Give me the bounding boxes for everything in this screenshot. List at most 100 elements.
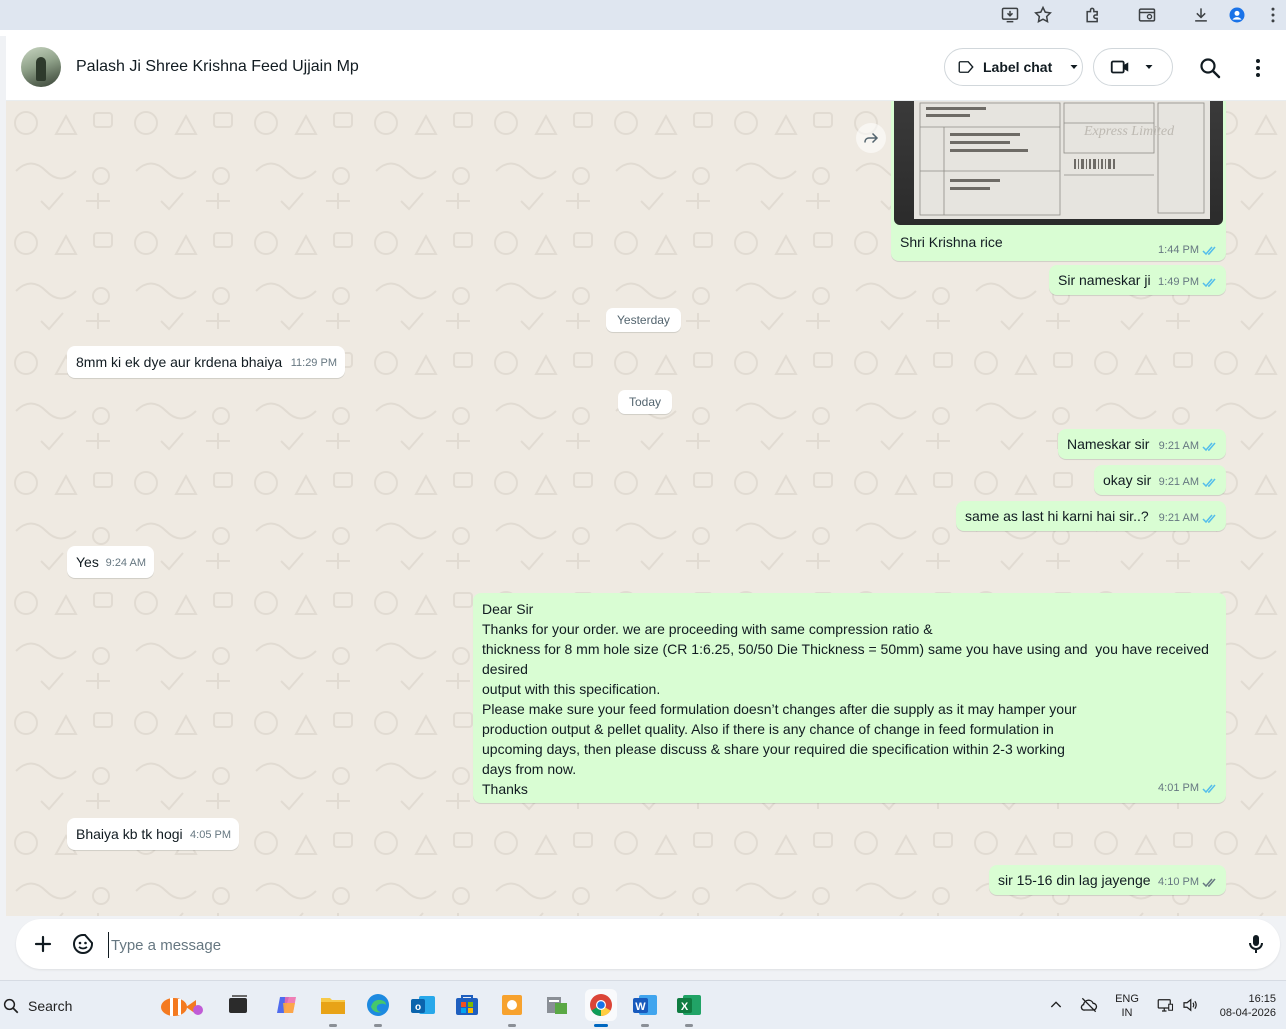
message-meta: 9:21 AM xyxy=(1159,508,1218,528)
microphone-icon[interactable] xyxy=(1244,932,1268,956)
compose-bar xyxy=(6,916,1286,980)
message-line: production output & pellet quality. Also… xyxy=(482,721,1054,737)
outlook-icon[interactable]: o xyxy=(407,989,439,1021)
contact-name[interactable]: Palash Ji Shree Krishna Feed Ujjain Mp xyxy=(76,58,359,76)
chrome-icon[interactable] xyxy=(585,989,617,1027)
message-line: days from now. xyxy=(482,761,577,777)
bookmark-star-icon[interactable] xyxy=(1032,4,1054,26)
copilot-icon[interactable] xyxy=(271,989,303,1021)
message-line: Thanks xyxy=(482,781,528,797)
message-text: Nameskar sir xyxy=(1067,436,1150,452)
message-text: Bhaiya kb tk hogi xyxy=(76,826,183,842)
chevron-down-icon xyxy=(1143,61,1155,73)
network-icon[interactable] xyxy=(1155,996,1175,1019)
message-text: 8mm ki ek dye aur krdena bhaiya xyxy=(76,354,283,370)
double-tick-read-icon xyxy=(1202,477,1218,488)
microsoft-store-icon[interactable] xyxy=(451,989,483,1021)
chat-header: Palash Ji Shree Krishna Feed Ujjain Mp L… xyxy=(6,36,1286,101)
message-meta: 9:21 AM xyxy=(1159,436,1218,456)
compose-box xyxy=(16,919,1280,969)
outgoing-message[interactable]: same as last hi karni hai sir..? 9:21 AM xyxy=(956,501,1226,531)
message-meta: 9:21 AM xyxy=(1159,472,1218,492)
message-meta: 4:10 PM xyxy=(1158,872,1218,892)
message-time: 4:05 PM xyxy=(190,829,231,841)
message-text: same as last hi karni hai sir..? xyxy=(965,508,1149,524)
downloads-icon[interactable] xyxy=(1190,4,1212,26)
cloud-offline-icon[interactable] xyxy=(1078,995,1100,1020)
double-tick-delivered-icon xyxy=(1202,877,1218,888)
message-time: 9:21 AM xyxy=(1158,512,1199,524)
chat-messages-area[interactable]: Express Limited Shri Krishna rice 1:44 P… xyxy=(6,101,1286,916)
label-chat-text: Label chat xyxy=(983,59,1053,75)
task-view-icon[interactable] xyxy=(222,989,254,1021)
outgoing-message-long[interactable]: Dear Sir Thanks for your order. we are p… xyxy=(473,593,1226,803)
chat-menu-icon[interactable] xyxy=(1246,56,1270,80)
edge-browser-icon[interactable] xyxy=(362,989,394,1027)
message-meta: 11:29 PM xyxy=(291,353,337,373)
message-text: Dear Sir Thanks for your order. we are p… xyxy=(482,599,1232,799)
incoming-message[interactable]: Yes 9:24 AM xyxy=(67,546,154,578)
clock-date: 08-04-2026 xyxy=(1219,1007,1276,1019)
message-meta: 9:24 AM xyxy=(106,553,146,573)
chevron-down-icon xyxy=(1068,61,1080,73)
message-line: Thanks for your order. we are proceeding… xyxy=(482,621,933,637)
double-tick-read-icon xyxy=(1202,513,1218,524)
video-call-button[interactable] xyxy=(1093,48,1173,86)
message-time: 9:24 AM xyxy=(105,557,146,569)
clock[interactable]: 16:15 08-04-2026 xyxy=(1210,992,1280,1020)
browser-menu-icon[interactable] xyxy=(1262,4,1284,26)
sticker-emoji-icon[interactable] xyxy=(71,932,95,956)
presentation-app-icon[interactable] xyxy=(496,989,528,1027)
message-text: Sir nameskar ji xyxy=(1058,272,1151,288)
shipping-label-photo[interactable]: Express Limited xyxy=(894,101,1223,225)
label-chat-button[interactable]: Label chat xyxy=(944,48,1083,86)
forward-button[interactable] xyxy=(856,123,886,153)
message-text: okay sir xyxy=(1103,472,1152,488)
windows-taskbar: Search o W X ENG IN 16:15 08-04-2026 xyxy=(0,980,1286,1029)
svg-text:Express Limited: Express Limited xyxy=(1083,124,1175,139)
system-app-icon[interactable] xyxy=(540,989,572,1021)
region-code: IN xyxy=(1121,1007,1133,1019)
attach-plus-icon[interactable] xyxy=(31,932,55,956)
incoming-message[interactable]: Bhaiya kb tk hogi 4:05 PM xyxy=(67,818,239,850)
word-icon[interactable]: W xyxy=(629,989,661,1027)
message-time: 4:01 PM xyxy=(1158,782,1199,794)
avatar[interactable] xyxy=(21,47,61,87)
outgoing-message[interactable]: Nameskar sir 9:21 AM xyxy=(1058,429,1226,459)
extensions-icon[interactable] xyxy=(1082,4,1104,26)
message-line: upcoming days, then please discuss & sha… xyxy=(482,741,1065,757)
incoming-message[interactable]: 8mm ki ek dye aur krdena bhaiya 11:29 PM xyxy=(67,346,345,378)
excel-icon[interactable]: X xyxy=(673,989,705,1027)
search-tabs-icon[interactable] xyxy=(1136,4,1158,26)
message-input[interactable] xyxy=(108,932,1213,958)
image-message[interactable]: Express Limited Shri Krishna rice 1:44 P… xyxy=(891,101,1226,261)
taskbar-search[interactable]: Search xyxy=(0,989,210,1023)
message-time: 9:21 AM xyxy=(1158,440,1199,452)
profile-icon[interactable] xyxy=(1226,4,1248,26)
volume-icon[interactable] xyxy=(1180,996,1200,1019)
browser-toolbar xyxy=(0,0,1286,30)
message-line: thickness for 8 mm hole size (CR 1:6.25,… xyxy=(482,641,1213,677)
message-text: Yes xyxy=(76,554,99,570)
language-indicator[interactable]: ENG IN xyxy=(1112,992,1142,1020)
image-caption: Shri Krishna rice xyxy=(900,234,1003,250)
message-meta: 4:05 PM xyxy=(190,825,231,845)
message-meta: 4:01 PM xyxy=(1158,778,1218,798)
date-separator: Yesterday xyxy=(606,308,681,332)
message-text: sir 15-16 din lag jayenge xyxy=(998,872,1151,888)
svg-text:X: X xyxy=(681,1001,689,1013)
search-icon[interactable] xyxy=(1198,56,1222,80)
search-icon xyxy=(3,998,19,1014)
install-app-icon[interactable] xyxy=(999,4,1021,26)
double-tick-read-icon xyxy=(1202,277,1218,288)
outgoing-message[interactable]: okay sir 9:21 AM xyxy=(1094,465,1226,495)
svg-text:W: W xyxy=(635,1001,646,1013)
show-hidden-icons-icon[interactable] xyxy=(1048,997,1064,1018)
double-tick-read-icon xyxy=(1202,441,1218,452)
taskbar-search-label: Search xyxy=(28,998,73,1014)
outgoing-message[interactable]: Sir nameskar ji 1:49 PM xyxy=(1049,265,1226,295)
language-code: ENG xyxy=(1115,993,1139,1005)
outgoing-message[interactable]: sir 15-16 din lag jayenge 4:10 PM xyxy=(989,865,1226,895)
video-camera-icon xyxy=(1109,56,1131,78)
file-explorer-icon[interactable] xyxy=(317,989,349,1027)
